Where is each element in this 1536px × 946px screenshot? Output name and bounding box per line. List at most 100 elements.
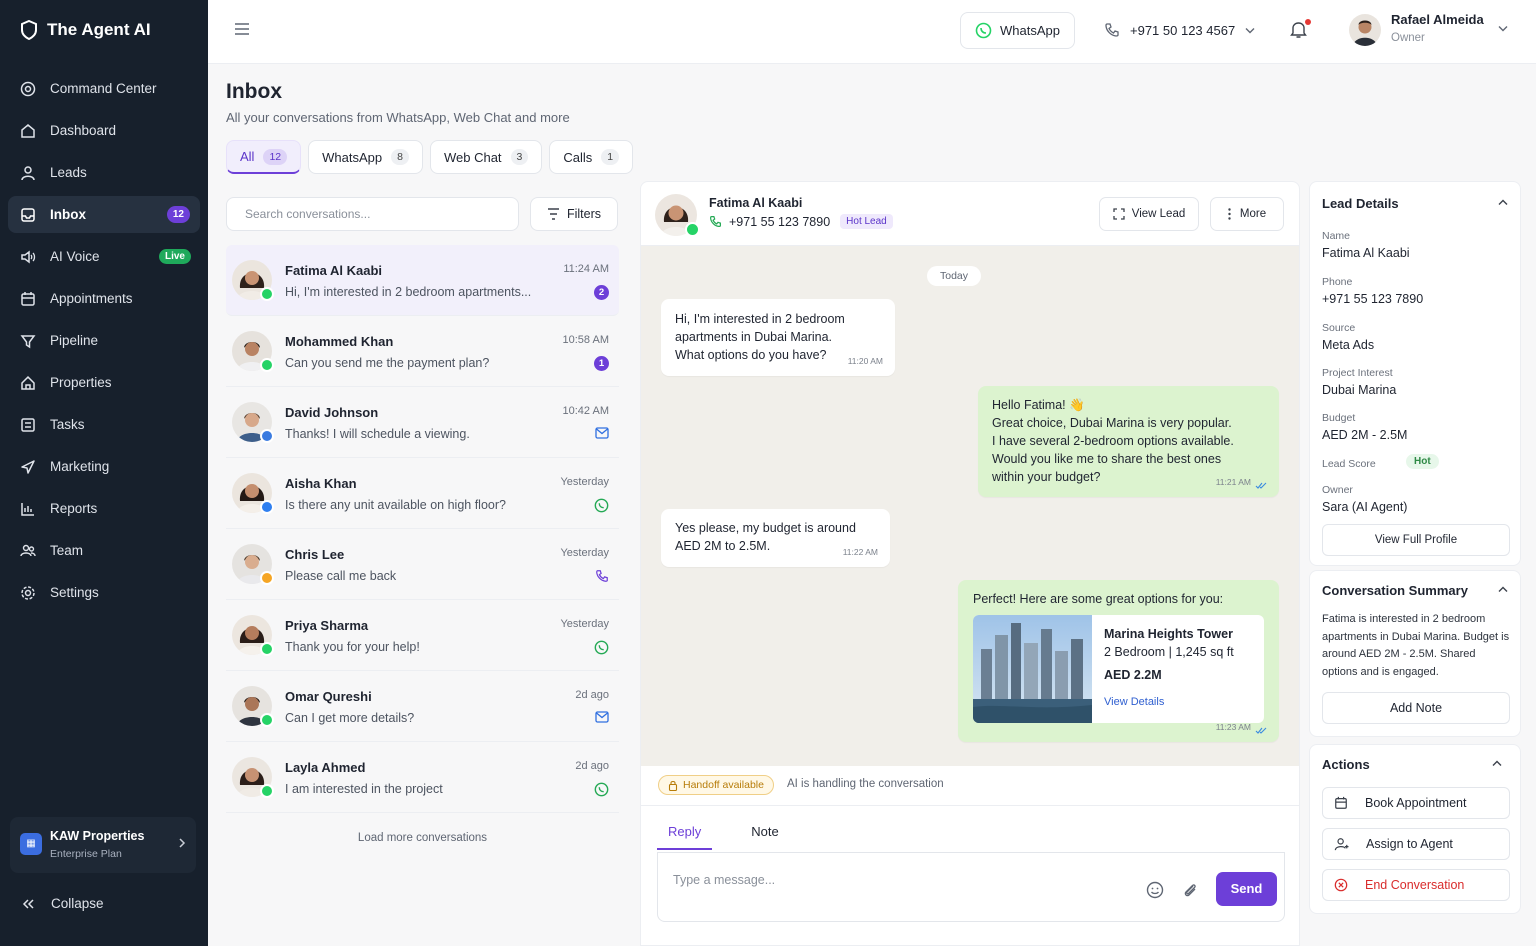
action-label: Assign to Agent bbox=[1366, 837, 1453, 851]
sidebar-item-label: Tasks bbox=[50, 417, 85, 432]
assign-to-agent-button[interactable]: Assign to Agent bbox=[1322, 828, 1510, 860]
sidebar-item-marketing[interactable]: Marketing bbox=[8, 448, 200, 485]
actions-card: Actions Book Appointment Assign to Agent… bbox=[1309, 744, 1521, 914]
tab-calls[interactable]: Calls 1 bbox=[549, 140, 634, 174]
chevron-down-icon[interactable] bbox=[1498, 25, 1508, 32]
sidebar-item-properties[interactable]: Properties bbox=[8, 364, 200, 401]
send-button[interactable]: Send bbox=[1216, 872, 1277, 906]
message-time: 2d ago bbox=[575, 689, 609, 701]
whatsapp-icon bbox=[594, 782, 609, 797]
tab-count: 1 bbox=[601, 149, 620, 165]
collapse-button[interactable]: Collapse bbox=[22, 896, 104, 911]
sidebar-item-inbox[interactable]: Inbox 12 bbox=[8, 196, 200, 233]
chevron-up-icon[interactable] bbox=[1498, 199, 1508, 206]
message-time: Yesterday bbox=[560, 547, 609, 559]
sidebar-item-leads[interactable]: Leads bbox=[8, 154, 200, 191]
view-lead-button[interactable]: View Lead bbox=[1099, 197, 1199, 231]
filters-button[interactable]: Filters bbox=[530, 197, 618, 231]
phone-number: +971 50 123 4567 bbox=[1130, 22, 1236, 38]
more-button[interactable]: More bbox=[1210, 197, 1284, 231]
whatsapp-channel-icon bbox=[260, 784, 274, 798]
conversation-item[interactable]: Aisha Khan Is there any unit available on… bbox=[226, 458, 619, 529]
lead-name: Fatima Al Kaabi bbox=[1322, 246, 1410, 260]
message-line: apartments in Dubai Marina. bbox=[675, 330, 833, 344]
sidebar-item-label: Appointments bbox=[50, 291, 133, 306]
shield-logo-icon bbox=[21, 20, 37, 40]
end-conversation-button[interactable]: End Conversation bbox=[1322, 869, 1510, 901]
search-input[interactable]: Search conversations... bbox=[226, 197, 519, 231]
phone-number-select[interactable]: +971 50 123 4567 bbox=[1104, 22, 1255, 38]
sidebar-item-appointments[interactable]: Appointments bbox=[8, 280, 200, 317]
sidebar-item-settings[interactable]: Settings bbox=[8, 574, 200, 611]
field-label: Owner bbox=[1322, 484, 1353, 496]
double-chevron-left-icon bbox=[22, 898, 34, 909]
sidebar-item-label: Pipeline bbox=[50, 333, 99, 348]
sidebar-item-label: Command Center bbox=[50, 81, 157, 96]
sidebar-item-team[interactable]: Team bbox=[8, 532, 200, 569]
funnel-icon bbox=[20, 334, 36, 348]
conversation-item[interactable]: David Johnson Thanks! I will schedule a v… bbox=[226, 387, 619, 458]
sidebar-item-label: Dashboard bbox=[50, 123, 117, 138]
conversation-item[interactable]: Fatima Al Kaabi Hi, I'm interested in 2 b… bbox=[226, 245, 619, 316]
conversation-item[interactable]: Chris Lee Please call me back Yesterday bbox=[226, 529, 619, 600]
emoji-icon[interactable] bbox=[1146, 881, 1164, 899]
message-time: 11:24 AM bbox=[563, 263, 609, 275]
lead-phone: +971 55 123 7890 bbox=[1322, 292, 1424, 306]
contact-name: Mohammed Khan bbox=[285, 334, 394, 349]
tab-note[interactable]: Note bbox=[740, 817, 789, 850]
message-input[interactable]: Type a message... bbox=[673, 873, 775, 887]
add-note-button[interactable]: Add Note bbox=[1322, 692, 1510, 724]
sidebar-item-reports[interactable]: Reports bbox=[8, 490, 200, 527]
tab-all[interactable]: All 12 bbox=[226, 140, 302, 174]
message-time: 11:20 AM bbox=[847, 356, 883, 366]
menu-icon[interactable] bbox=[234, 22, 250, 36]
brand-logo[interactable]: The Agent AI bbox=[20, 20, 151, 40]
sidebar-item-ai-voice[interactable]: AI Voice Live bbox=[8, 238, 200, 275]
conversation-item[interactable]: Priya Sharma Thank you for your help! Yest… bbox=[226, 600, 619, 671]
conversation-item[interactable]: Omar Qureshi Can I get more details? 2d ag… bbox=[226, 671, 619, 742]
handoff-button[interactable]: Handoff available bbox=[658, 775, 774, 795]
lead-details-title: Lead Details bbox=[1322, 196, 1399, 211]
view-lead-label: View Lead bbox=[1131, 208, 1186, 220]
sidebar-item-command-center[interactable]: Command Center bbox=[8, 70, 200, 107]
chevron-up-icon[interactable] bbox=[1498, 586, 1508, 593]
book-appointment-button[interactable]: Book Appointment bbox=[1322, 787, 1510, 819]
action-label: Book Appointment bbox=[1365, 796, 1467, 810]
message-preview: Thank you for your help! bbox=[285, 640, 420, 654]
sidebar-item-pipeline[interactable]: Pipeline bbox=[8, 322, 200, 359]
org-switcher[interactable]: ▦ KAW Properties Enterprise Plan bbox=[10, 817, 196, 873]
conversation-summary-card: Conversation Summary Fatima is intereste… bbox=[1309, 570, 1521, 737]
conversation-item[interactable]: Mohammed Khan Can you send me the payment… bbox=[226, 316, 619, 387]
whatsapp-channel-icon bbox=[260, 358, 274, 372]
tab-whatsapp[interactable]: WhatsApp 8 bbox=[308, 140, 423, 174]
property-card[interactable]: Marina Heights Tower 2 Bedroom | 1,245 s… bbox=[973, 615, 1264, 723]
whatsapp-button[interactable]: WhatsApp bbox=[960, 12, 1075, 49]
conversation-item[interactable]: Layla Ahmed I am interested in the projec… bbox=[226, 742, 619, 813]
target-icon bbox=[20, 81, 36, 96]
expand-icon bbox=[1113, 208, 1125, 220]
phone-icon bbox=[596, 570, 608, 582]
message-preview: Hi, I'm interested in 2 bedroom apartmen… bbox=[285, 285, 532, 299]
property-details: 2 Bedroom | 1,245 sq ft bbox=[1104, 645, 1234, 659]
tab-label: Calls bbox=[563, 149, 593, 165]
conversation-indicator bbox=[594, 640, 609, 658]
tab-count: 3 bbox=[510, 149, 529, 165]
message-time: Yesterday bbox=[560, 476, 609, 488]
view-full-profile-button[interactable]: View Full Profile bbox=[1322, 524, 1510, 556]
user-avatar[interactable] bbox=[1349, 14, 1381, 46]
lead-details-card: Lead Details Name Fatima Al Kaabi Phone … bbox=[1309, 181, 1521, 566]
view-details-link[interactable]: View Details bbox=[1104, 693, 1164, 711]
sidebar-item-tasks[interactable]: Tasks bbox=[8, 406, 200, 443]
load-more-button[interactable]: Load more conversations bbox=[226, 832, 619, 844]
sidebar-item-label: Inbox bbox=[50, 207, 86, 222]
tab-web-chat[interactable]: Web Chat 3 bbox=[429, 140, 543, 174]
paperclip-icon[interactable] bbox=[1181, 881, 1199, 899]
sidebar-item-dashboard[interactable]: Dashboard bbox=[8, 112, 200, 149]
message-preview: Is there any unit available on high floo… bbox=[285, 498, 506, 512]
tab-reply[interactable]: Reply bbox=[657, 817, 713, 850]
user-assign-icon bbox=[1334, 838, 1349, 851]
whatsapp-icon bbox=[975, 22, 992, 39]
chevron-up-icon[interactable] bbox=[1492, 760, 1502, 767]
chat-header: Fatima Al Kaabi +971 55 123 7890 Hot Lea… bbox=[641, 182, 1299, 246]
chevron-right-icon bbox=[179, 838, 186, 848]
